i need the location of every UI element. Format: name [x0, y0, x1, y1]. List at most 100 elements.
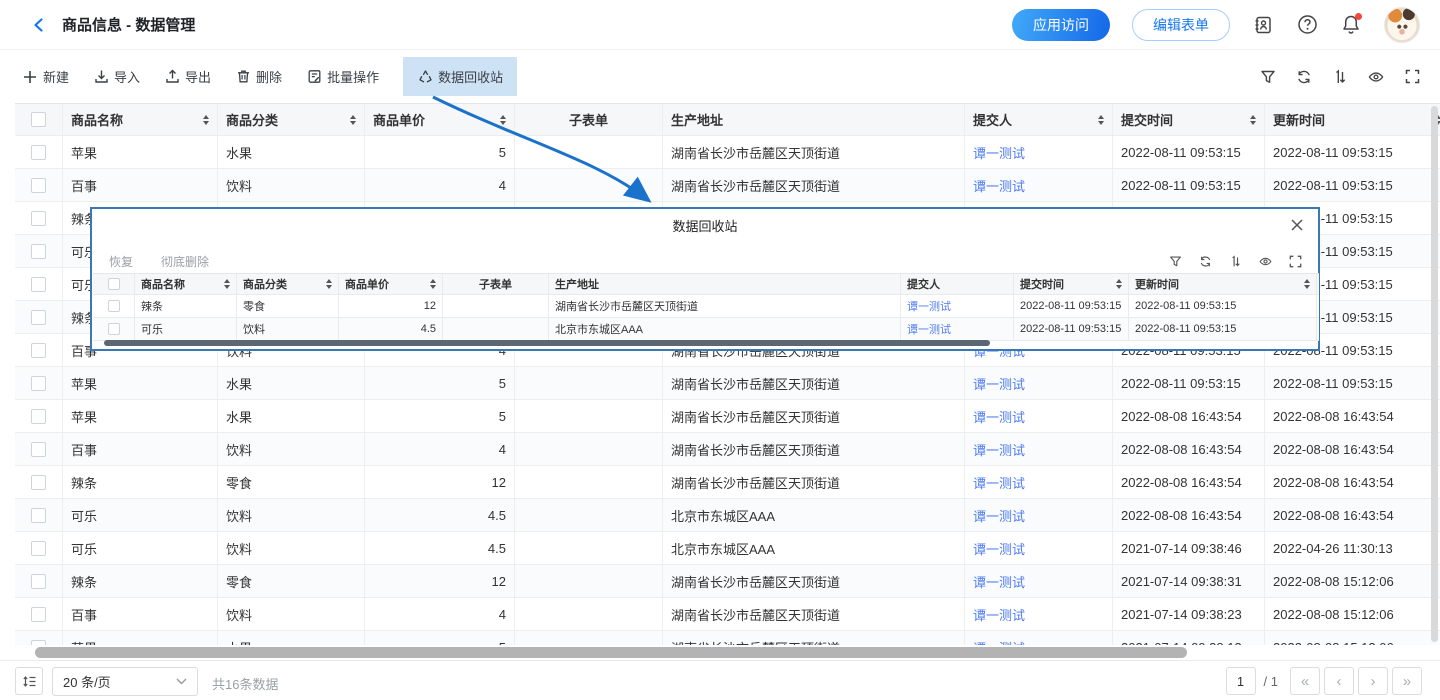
table-row[interactable]: 可乐饮料4.5北京市东城区AAA谭一测试2021-07-14 09:38:462… — [15, 532, 1440, 565]
row-checkbox[interactable] — [31, 409, 46, 424]
checkbox-cell — [15, 367, 63, 399]
edit-form-button[interactable]: 编辑表单 — [1132, 9, 1230, 41]
row-checkbox[interactable] — [31, 244, 46, 259]
row-checkbox[interactable] — [31, 640, 46, 646]
submitter-link[interactable]: 谭一测试 — [973, 407, 1025, 426]
sort-icon[interactable] — [344, 115, 356, 125]
sort-icon[interactable] — [1298, 279, 1310, 289]
sort-order-icon[interactable] — [1332, 69, 1348, 85]
submitter-link[interactable]: 谭一测试 — [973, 374, 1025, 393]
table-row[interactable]: 可乐饮料4.5北京市东城区AAA谭一测试2022-08-11 09:53:152… — [93, 318, 1319, 341]
user-avatar[interactable] — [1384, 7, 1420, 43]
table-cell: 辣条 — [63, 466, 218, 498]
sort-icon[interactable] — [320, 279, 332, 289]
export-button[interactable]: 导出 — [164, 67, 211, 86]
submitter-link[interactable]: 谭一测试 — [907, 321, 951, 337]
help-icon[interactable] — [1296, 14, 1318, 36]
prev-page-button[interactable]: ‹ — [1324, 667, 1354, 695]
row-checkbox[interactable] — [31, 442, 46, 457]
table-cell: 5 — [365, 367, 515, 399]
row-checkbox[interactable] — [31, 343, 46, 358]
submitter-link[interactable]: 谭一测试 — [973, 176, 1025, 195]
row-height-button[interactable] — [15, 667, 43, 695]
select-all-checkbox[interactable] — [31, 112, 46, 127]
row-checkbox[interactable] — [31, 145, 46, 160]
page-size-select[interactable]: 20 条/页 — [52, 667, 198, 696]
last-page-button[interactable]: » — [1392, 667, 1422, 695]
sort-icon[interactable] — [1092, 115, 1104, 125]
next-page-button[interactable]: › — [1358, 667, 1388, 695]
sort-icon[interactable] — [1244, 115, 1256, 125]
submitter-link[interactable]: 谭一测试 — [973, 473, 1025, 492]
table-row[interactable]: 辣条零食12湖南省长沙市岳麓区天顶街道谭一测试2022-08-08 16:43:… — [15, 466, 1440, 499]
restore-button[interactable]: 恢复 — [109, 253, 133, 270]
eye-icon[interactable] — [1368, 69, 1384, 85]
row-checkbox[interactable] — [31, 376, 46, 391]
sort-icon[interactable] — [218, 279, 230, 289]
eye-icon[interactable] — [1259, 255, 1272, 268]
notification-bell-icon[interactable] — [1340, 14, 1362, 36]
purge-button[interactable]: 彻底删除 — [161, 253, 209, 270]
horizontal-scrollbar[interactable] — [35, 647, 1187, 658]
row-checkbox[interactable] — [31, 574, 46, 589]
new-button[interactable]: 新建 — [22, 67, 69, 86]
filter-icon[interactable] — [1169, 255, 1182, 268]
delete-button[interactable]: 删除 — [235, 67, 282, 86]
submitter-link[interactable]: 谭一测试 — [973, 440, 1025, 459]
table-cell: 5 — [365, 400, 515, 432]
row-checkbox[interactable] — [31, 310, 46, 325]
first-page-button[interactable]: « — [1290, 667, 1320, 695]
page-size-value: 20 条/页 — [63, 672, 111, 691]
fullscreen-icon[interactable] — [1404, 69, 1420, 85]
submitter-link[interactable]: 谭一测试 — [907, 298, 951, 314]
back-button[interactable] — [30, 16, 48, 34]
close-icon[interactable] — [1290, 218, 1304, 232]
import-button[interactable]: 导入 — [93, 67, 140, 86]
row-checkbox[interactable] — [108, 323, 120, 335]
select-all-checkbox[interactable] — [108, 278, 120, 290]
submitter-link[interactable]: 谭一测试 — [973, 638, 1025, 646]
table-row[interactable]: 百事饮料4湖南省长沙市岳麓区天顶街道谭一测试2021-07-14 09:38:2… — [15, 598, 1440, 631]
row-checkbox[interactable] — [31, 607, 46, 622]
table-row[interactable]: 苹果水果5湖南省长沙市岳麓区天顶街道谭一测试2022-08-11 09:53:1… — [15, 136, 1440, 169]
sort-order-icon[interactable] — [1229, 255, 1242, 268]
row-checkbox[interactable] — [31, 178, 46, 193]
table-row[interactable]: 辣条零食12湖南省长沙市岳麓区天顶街道谭一测试2022-08-11 09:53:… — [93, 295, 1319, 318]
modal-horizontal-scrollbar[interactable] — [104, 340, 990, 346]
refresh-icon[interactable] — [1296, 69, 1312, 85]
recycle-bin-button[interactable]: 数据回收站 — [403, 57, 517, 96]
submitter-link[interactable]: 谭一测试 — [973, 572, 1025, 591]
vertical-scrollbar[interactable] — [1431, 106, 1438, 642]
table-row[interactable]: 辣条零食12湖南省长沙市岳麓区天顶街道谭一测试2021-07-14 09:38:… — [15, 565, 1440, 598]
table-row[interactable]: 可乐饮料4.5北京市东城区AAA谭一测试2022-08-08 16:43:542… — [15, 499, 1440, 532]
refresh-icon[interactable] — [1199, 255, 1212, 268]
table-row[interactable]: 苹果水果5湖南省长沙市岳麓区天顶街道谭一测试2021-07-14 09:38:1… — [15, 631, 1440, 645]
app-access-button[interactable]: 应用访问 — [1012, 9, 1110, 41]
filter-icon[interactable] — [1260, 69, 1276, 85]
submitter-link[interactable]: 谭一测试 — [973, 143, 1025, 162]
row-checkbox[interactable] — [108, 300, 120, 312]
sort-icon[interactable] — [424, 279, 436, 289]
submitter-link[interactable]: 谭一测试 — [973, 506, 1025, 525]
table-row[interactable]: 苹果水果5湖南省长沙市岳麓区天顶街道谭一测试2022-08-11 09:53:1… — [15, 367, 1440, 400]
submitter-link[interactable]: 谭一测试 — [973, 539, 1025, 558]
fullscreen-icon[interactable] — [1289, 255, 1302, 268]
row-checkbox[interactable] — [31, 277, 46, 292]
sort-icon[interactable] — [1110, 279, 1122, 289]
row-checkbox[interactable] — [31, 541, 46, 556]
current-page-box[interactable]: 1 — [1226, 667, 1256, 695]
row-checkbox[interactable] — [31, 508, 46, 523]
table-row[interactable]: 苹果水果5湖南省长沙市岳麓区天顶街道谭一测试2022-08-08 16:43:5… — [15, 400, 1440, 433]
checkbox-cell — [93, 318, 135, 340]
table-row[interactable]: 百事饮料4湖南省长沙市岳麓区天顶街道谭一测试2022-08-08 16:43:5… — [15, 433, 1440, 466]
row-checkbox[interactable] — [31, 211, 46, 226]
sort-icon[interactable] — [494, 115, 506, 125]
submitter-link[interactable]: 谭一测试 — [973, 605, 1025, 624]
table-cell: 4.5 — [365, 499, 515, 531]
table-cell — [443, 295, 549, 317]
table-row[interactable]: 百事饮料4湖南省长沙市岳麓区天顶街道谭一测试2022-08-11 09:53:1… — [15, 169, 1440, 202]
sort-icon[interactable] — [197, 115, 209, 125]
row-checkbox[interactable] — [31, 475, 46, 490]
batch-operation-button[interactable]: 批量操作 — [306, 67, 379, 86]
address-book-icon[interactable] — [1252, 14, 1274, 36]
